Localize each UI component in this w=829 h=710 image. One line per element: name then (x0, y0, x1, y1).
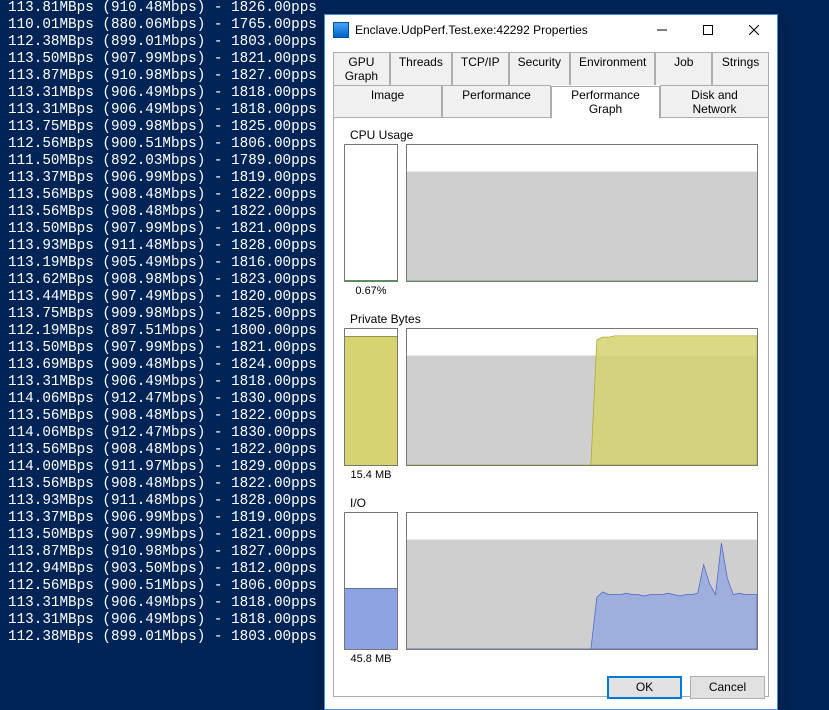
properties-dialog: Enclave.UdpPerf.Test.exe:42292 Propertie… (324, 14, 778, 710)
io-section: I/O 45.8 MB (344, 496, 758, 672)
tab-environment[interactable]: Environment (570, 52, 655, 85)
tab-image[interactable]: Image (333, 85, 442, 118)
app-icon (333, 22, 349, 38)
cpu-usage-history-graph (406, 144, 758, 282)
io-title: I/O (350, 496, 758, 510)
tab-strings[interactable]: Strings (712, 52, 769, 85)
private-bytes-history-graph (406, 328, 758, 466)
io-mini-gauge (344, 512, 398, 650)
tab-performance-graph[interactable]: Performance Graph (551, 86, 660, 119)
minimize-button[interactable] (639, 15, 685, 45)
maximize-button[interactable] (685, 15, 731, 45)
tab-tcpip[interactable]: TCP/IP (452, 52, 509, 85)
private-bytes-value: 15.4 MB (344, 469, 398, 481)
tab-job[interactable]: Job (655, 52, 712, 85)
tab-threads[interactable]: Threads (390, 52, 452, 85)
title-bar[interactable]: Enclave.UdpPerf.Test.exe:42292 Propertie… (325, 15, 777, 45)
close-button[interactable] (731, 15, 777, 45)
io-value: 45.8 MB (344, 653, 398, 665)
cpu-usage-mini-gauge (344, 144, 398, 282)
tab-disk-and-network[interactable]: Disk and Network (660, 85, 769, 118)
private-bytes-mini-gauge (344, 328, 398, 466)
tab-gpu-graph[interactable]: GPU Graph (333, 52, 390, 85)
window-title: Enclave.UdpPerf.Test.exe:42292 Propertie… (355, 23, 639, 37)
tab-performance[interactable]: Performance (442, 85, 551, 118)
private-bytes-title: Private Bytes (350, 312, 758, 326)
cpu-usage-section: CPU Usage 0.67% (344, 128, 758, 304)
tab-security[interactable]: Security (509, 52, 570, 85)
performance-graph-panel: CPU Usage 0.67% Private Bytes (333, 117, 769, 697)
private-bytes-section: Private Bytes 15.4 MB (344, 312, 758, 488)
cpu-usage-title: CPU Usage (350, 128, 758, 142)
io-history-graph (406, 512, 758, 650)
cpu-usage-value: 0.67% (344, 285, 398, 297)
terminal-output: 113.81MBps (910.48Mbps) - 1826.00pps 110… (0, 0, 325, 646)
